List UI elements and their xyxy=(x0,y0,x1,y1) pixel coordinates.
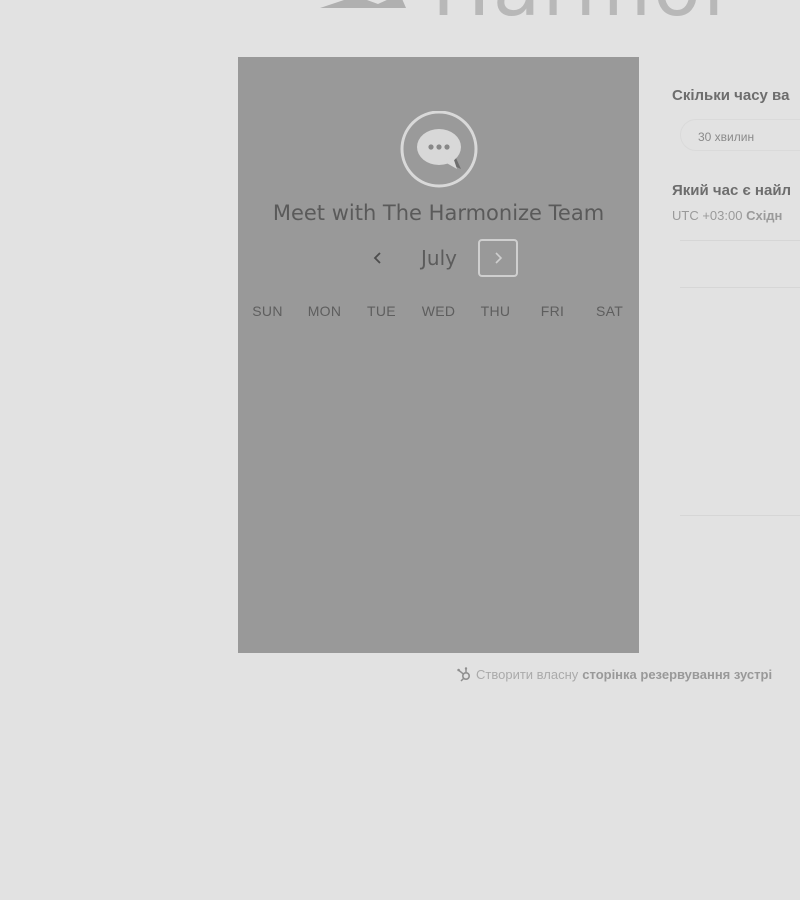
meeting-title: Meet with The Harmonize Team xyxy=(272,201,605,225)
time-question: Який час є найл xyxy=(672,182,792,199)
month-label: July xyxy=(421,246,457,270)
weekday-wed: WED xyxy=(421,303,456,319)
hubspot-sprocket-icon xyxy=(457,667,471,682)
organizer-avatar xyxy=(399,110,478,188)
divider xyxy=(680,287,800,288)
timezone-name: Східн xyxy=(746,208,783,223)
divider xyxy=(680,240,800,241)
weekday-sun: SUN xyxy=(252,303,283,319)
timezone-selector[interactable]: UTC +03:00 Східн xyxy=(672,208,782,223)
brand-mark-icon xyxy=(320,0,406,8)
weekday-thu: THU xyxy=(480,303,511,319)
weekday-sat: SAT xyxy=(595,303,624,319)
calendar-panel: Meet with The Harmonize Team July SUN MO… xyxy=(238,57,639,653)
weekday-fri: FRI xyxy=(540,303,565,319)
weekday-tue: TUE xyxy=(367,303,396,319)
divider xyxy=(680,515,800,516)
next-month-button[interactable] xyxy=(478,239,518,277)
weekday-mon: MON xyxy=(307,303,342,319)
weekday-header: SUN MON TUE WED THU FRI SAT xyxy=(238,303,639,323)
footer-link-bold: сторінка резервування зустрі xyxy=(582,666,773,682)
duration-question: Скільки часу ва xyxy=(672,87,790,104)
chevron-right-icon xyxy=(495,252,503,264)
footer-link-prefix: Створити власну xyxy=(476,666,579,682)
timezone-offset: UTC +03:00 xyxy=(672,208,743,223)
chat-bubble-icon xyxy=(400,110,478,188)
create-booking-page-link[interactable]: Створити власну сторінка резервування зу… xyxy=(456,666,772,682)
chevron-left-icon xyxy=(373,252,381,264)
previous-month-button[interactable] xyxy=(363,243,393,273)
booking-panel: Скільки часу ва 30 хвилин Який час є най… xyxy=(672,0,800,660)
duration-option-button[interactable]: 30 хвилин xyxy=(680,119,800,151)
